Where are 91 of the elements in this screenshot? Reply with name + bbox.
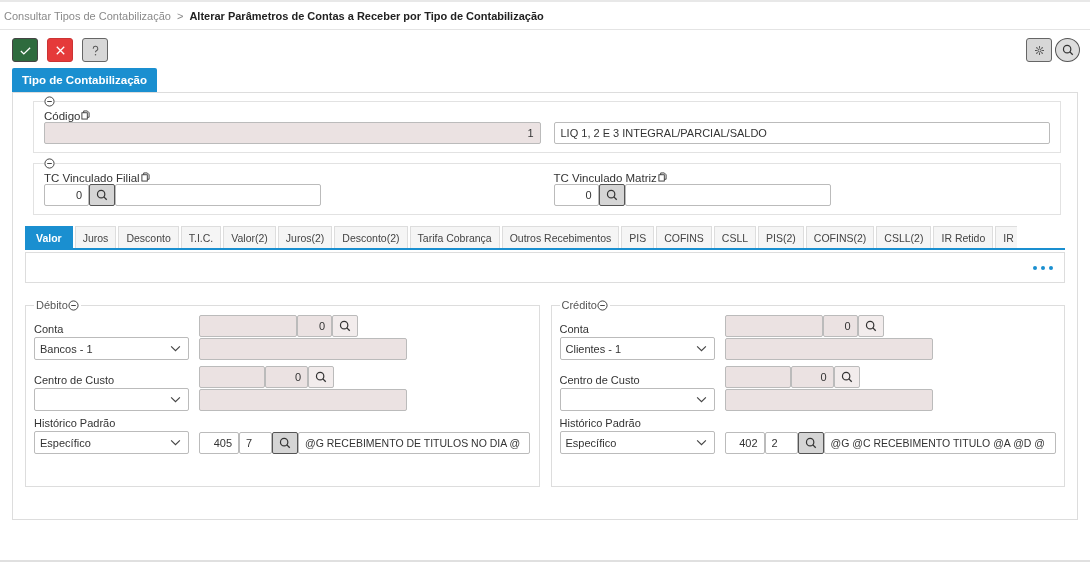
- code-field: 0: [822, 315, 858, 337]
- caret-icon: [695, 439, 707, 446]
- field-label: Histórico Padrão: [559, 417, 642, 429]
- search-button[interactable]: [1055, 38, 1080, 62]
- tab[interactable]: T.I.C.: [180, 226, 222, 248]
- tab[interactable]: Valor(2): [223, 226, 276, 248]
- cost-center-field: [199, 366, 265, 388]
- name-field[interactable]: [115, 184, 321, 206]
- cancel-button[interactable]: [47, 38, 73, 62]
- fieldset-title: Débito: [36, 299, 68, 311]
- search-icon: [864, 320, 877, 332]
- copy-icon[interactable]: [81, 110, 91, 120]
- search-button[interactable]: [272, 432, 298, 454]
- caret-icon: [170, 396, 181, 403]
- collapse-icon[interactable]: [596, 299, 608, 311]
- search-icon: [315, 371, 327, 383]
- search-icon: [96, 189, 108, 201]
- sequence-field[interactable]: 2: [764, 432, 798, 454]
- caret-icon: [170, 439, 181, 446]
- search-button[interactable]: [797, 432, 824, 454]
- tab[interactable]: CSLL(2): [876, 226, 932, 248]
- caret-icon: [695, 345, 707, 352]
- more-icon[interactable]: [1032, 264, 1054, 271]
- field-label: Histórico Padrão: [34, 417, 117, 429]
- tab[interactable]: COFINS(2): [805, 226, 875, 248]
- code-field[interactable]: 402: [724, 432, 765, 454]
- dropdown[interactable]: Clientes - 1: [559, 337, 715, 360]
- tab[interactable]: Juros: [74, 226, 117, 248]
- tab[interactable]: IR Retido: [933, 226, 994, 248]
- sequence-field[interactable]: 7: [239, 432, 272, 454]
- field-label: TC Vinculado Matriz: [553, 172, 657, 184]
- code-field[interactable]: 0: [553, 184, 599, 206]
- field-label: Código: [44, 110, 81, 122]
- code-field[interactable]: 405: [199, 432, 239, 454]
- tab[interactable]: IR: [995, 226, 1017, 248]
- field-label: Conta: [34, 323, 65, 335]
- collapse-icon[interactable]: [44, 96, 55, 107]
- settings-icon: [1033, 44, 1045, 56]
- code-field: 0: [790, 366, 834, 388]
- search-button[interactable]: [308, 366, 334, 388]
- tab[interactable]: Desconto: [118, 226, 179, 248]
- search-icon: [1061, 44, 1074, 56]
- confirm-button[interactable]: [12, 38, 38, 62]
- search-icon: [279, 437, 291, 449]
- tab[interactable]: CSLL: [713, 226, 757, 248]
- tab[interactable]: Juros(2): [277, 226, 333, 248]
- search-icon: [804, 437, 817, 449]
- breadcrumb-item[interactable]: Consultar Tipos de Contabilização: [4, 9, 171, 22]
- search-icon: [339, 320, 351, 332]
- code-field: 1: [44, 122, 541, 144]
- search-button[interactable]: [89, 184, 115, 206]
- cost-center-field: [724, 366, 791, 388]
- copy-icon[interactable]: [657, 172, 667, 182]
- field-label: TC Vinculado Filial: [44, 172, 140, 184]
- code-field[interactable]: 0: [44, 184, 89, 206]
- search-button[interactable]: [833, 366, 860, 388]
- search-button[interactable]: [857, 315, 884, 337]
- name-field[interactable]: [624, 184, 831, 206]
- section-tab[interactable]: Tipo de Contabilização: [12, 68, 158, 92]
- dropdown[interactable]: Bancos - 1: [34, 337, 189, 360]
- caret-icon: [695, 396, 707, 403]
- dropdown[interactable]: Específico: [34, 431, 189, 454]
- tab[interactable]: Desconto(2): [334, 226, 408, 248]
- field-label: Centro de Custo: [34, 374, 116, 386]
- dropdown[interactable]: Específico: [559, 431, 715, 454]
- tab[interactable]: Outros Recebimentos: [501, 226, 620, 248]
- tab[interactable]: PIS(2): [758, 226, 804, 248]
- copy-icon[interactable]: [140, 172, 150, 182]
- search-icon: [605, 189, 618, 201]
- tab[interactable]: Tarifa Cobrança: [409, 226, 500, 248]
- description-field[interactable]: LIQ 1, 2 E 3 INTEGRAL/PARCIAL/SALDO: [553, 122, 1050, 144]
- code-field: 0: [265, 366, 308, 388]
- field-label: Centro de Custo: [559, 374, 641, 386]
- search-icon: [840, 371, 853, 383]
- search-button[interactable]: [332, 315, 358, 337]
- tab[interactable]: Valor: [25, 226, 73, 248]
- field-label: Conta: [559, 323, 590, 335]
- tab[interactable]: PIS: [621, 226, 655, 248]
- breadcrumb-separator: >: [176, 9, 184, 22]
- tab[interactable]: COFINS: [656, 226, 712, 248]
- search-button[interactable]: [598, 184, 625, 206]
- caret-icon: [170, 345, 181, 352]
- breadcrumb-item: Alterar Parâmetros de Contas a Receber por Tipo de Contabilização: [189, 9, 544, 22]
- collapse-icon[interactable]: [67, 299, 79, 311]
- collapse-icon[interactable]: [44, 158, 55, 169]
- history-text-field[interactable]: @G RECEBIMENTO DE TITULOS NO DIA @: [298, 432, 530, 454]
- fieldset-title: Crédito: [561, 299, 597, 311]
- history-text-field[interactable]: @G @C RECEBIMENTO TITULO @A @D @: [823, 432, 1056, 454]
- settings-button[interactable]: [1026, 38, 1052, 62]
- code-field: 0: [297, 315, 332, 337]
- help-button[interactable]: [82, 38, 108, 62]
